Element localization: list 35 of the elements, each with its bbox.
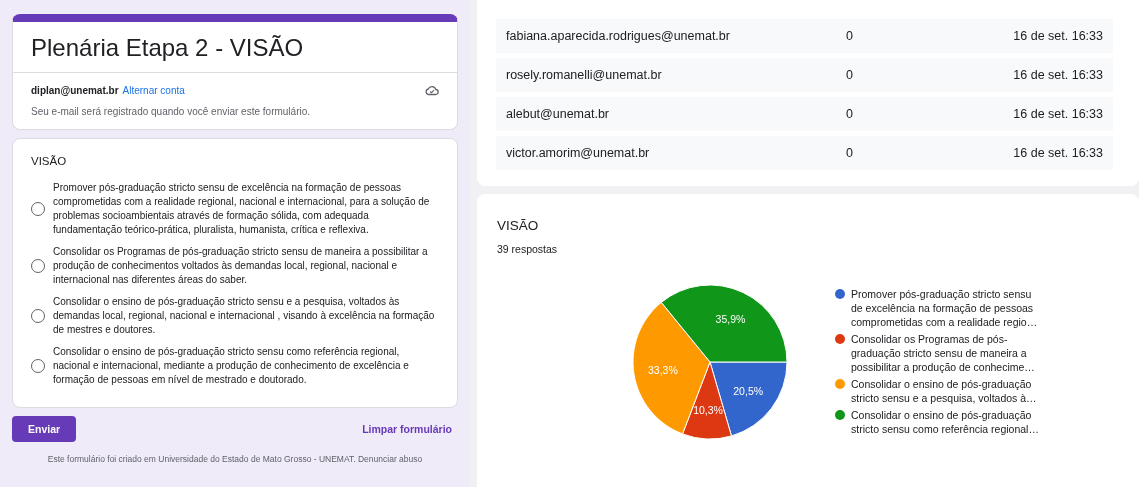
option-label: Consolidar o ensino de pós-graduação stricto sensu e a pesquisa, voltados às demandas local, regional, nacional e internacional , visando à excelência na formação de mestres e doutores. bbox=[53, 295, 436, 337]
score-cell-text: 0 bbox=[846, 29, 854, 43]
time-cell-text: 16 de set. 16:33 bbox=[1012, 107, 1103, 121]
email-cell-text: rosely.romanelli@unemat.br bbox=[506, 68, 663, 82]
legend-label: Consolidar o ensino de pós-graduação stricto sensu como referência regional… bbox=[851, 408, 1040, 436]
time-cell-text: 16 de set. 16:33 bbox=[1012, 146, 1103, 160]
option-label: Promover pós-graduação stricto sensu de excelência na formação de pessoas comprometidas com a realidade regional, nacional e internacional, para a solução de problemas socioambientais através de formação sólida, com adequada fundamentação teórico-prática, pluralista, humanista, crítica e reflexiva. bbox=[53, 181, 431, 237]
chart-title: VISÃO bbox=[497, 218, 540, 233]
time-cell-text: 16 de set. 16:33 bbox=[1012, 29, 1103, 43]
email-cell-text: fabiana.aparecida.rodrigues@unemat.br bbox=[506, 29, 731, 43]
time-cell-text: 16 de set. 16:33 bbox=[1012, 68, 1103, 82]
clear-form-link[interactable]: Limpar formulário bbox=[362, 423, 452, 435]
slice-label: 35,9% bbox=[715, 312, 746, 325]
email-cell-text: alebut@unemat.br bbox=[506, 107, 611, 121]
legend-label: Promover pós-graduação stricto sensu de excelência na formação de pessoas comprometidas com a realidade regio… bbox=[851, 287, 1039, 329]
legend-label: Consolidar os Programas de pós-graduação stricto sensu de maneira a possibilitar a produção de conhecime… bbox=[851, 332, 1036, 374]
slice-label: 20,5% bbox=[733, 384, 764, 397]
score-cell-text: 0 bbox=[846, 146, 854, 160]
slice-label: 33,3% bbox=[648, 363, 678, 376]
response-count: 39 respostas bbox=[497, 243, 559, 255]
option-label: Consolidar os Programas de pós-graduação stricto sensu de maneira a possibilitar a produção de conhecimentos voltados às demandas local, regional, nacional e internacional nas diferentes áreas do saber. bbox=[53, 245, 429, 287]
slice-label: 10,3% bbox=[693, 403, 723, 416]
form-footer: Este formulário foi criado em Universidade do Estado de Mato Grosso - UNEMAT. Denunciar abuso bbox=[12, 450, 458, 464]
form-title: Plenária Etapa 2 - VISÃO bbox=[13, 22, 457, 73]
legend-label: Consolidar o ensino de pós-graduação stricto sensu e a pesquisa, voltados à… bbox=[851, 377, 1038, 405]
submit-button[interactable]: Enviar bbox=[12, 416, 77, 442]
email-cell-text: victor.amorim@unemat.br bbox=[506, 146, 651, 160]
score-cell-text: 0 bbox=[846, 107, 854, 121]
email-notice: Seu e-mail será registrado quando você enviar este formulário. bbox=[30, 105, 312, 119]
cloud-icon bbox=[425, 85, 439, 96]
account-email: diplan@unemat.br bbox=[31, 85, 119, 96]
question-title: VISÃO bbox=[31, 155, 68, 167]
option-label: Consolidar o ensino de pós-graduação stricto sensu como referência regional, nacional e internacional, mediante a produção de conhecimento de excelência e formação de pessoas em nível de mestrado e doutorado. bbox=[53, 345, 410, 387]
score-cell-text: 0 bbox=[846, 68, 854, 82]
switch-account-link[interactable]: Alternar conta bbox=[122, 85, 185, 96]
